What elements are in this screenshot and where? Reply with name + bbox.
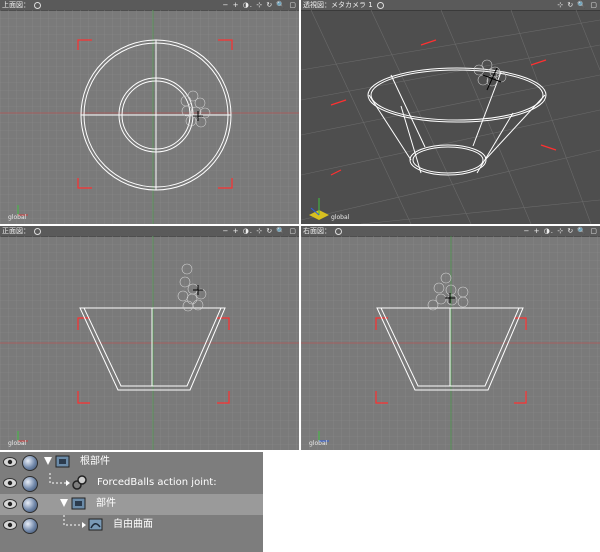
eye-icon[interactable] <box>3 499 17 509</box>
viewport-toolbar[interactable]: ⊹ ↻ 🔍 ▢ <box>557 0 598 10</box>
bowl-perspective-outline <box>367 67 547 176</box>
part-icon <box>71 497 86 510</box>
free-surface-icon <box>88 518 103 531</box>
tree-connector-icon <box>63 515 86 528</box>
node-label: 根部件 <box>80 456 110 467</box>
axis-label: global <box>331 214 350 221</box>
viewport-toolbar[interactable]: − + ◑. ⊹ ↻ 🔍 ▢ <box>223 0 297 10</box>
right-view-canvas[interactable] <box>301 236 600 450</box>
joint-icon <box>72 475 87 490</box>
front-view-canvas[interactable] <box>0 236 299 450</box>
folder-part-icon <box>55 455 70 468</box>
viewport-front[interactable]: 正面図： − + ◑. ⊹ ↻ 🔍 ▢ global <box>0 226 299 450</box>
outliner-row-root-part[interactable]: 根部件 <box>0 452 263 473</box>
scene-outliner[interactable]: 根部件 ForcedBalls action joint: 部件 自由曲面 <box>0 452 263 552</box>
axis-label: global <box>8 214 27 221</box>
expand-arrow-icon[interactable] <box>44 457 52 465</box>
node-label: ForcedBalls action joint: <box>97 477 217 488</box>
perspective-view-canvas[interactable] <box>301 10 600 224</box>
eye-icon[interactable] <box>3 520 17 530</box>
viewport-perspective[interactable]: 透視図：メタカメラ 1 ⊹ ↻ 🔍 ▢ global <box>301 0 600 224</box>
tree-connector-icon <box>49 473 70 486</box>
node-label: 自由曲面 <box>113 519 153 530</box>
viewport-toolbar[interactable]: − + ◑. ⊹ ↻ 🔍 ▢ <box>524 226 598 236</box>
viewport-title: 右面図： <box>303 226 342 236</box>
expand-arrow-icon[interactable] <box>60 499 68 507</box>
viewport-options-icon[interactable] <box>34 1 41 9</box>
viewport-toolbar[interactable]: − + ◑. ⊹ ↻ 🔍 ▢ <box>223 226 297 236</box>
render-toggle-icon[interactable] <box>22 455 38 471</box>
viewport-title: 透視図：メタカメラ 1 <box>303 0 384 10</box>
render-toggle-icon[interactable] <box>22 518 38 534</box>
viewport-title: 上面図： <box>2 0 41 10</box>
viewport-top[interactable]: 上面図： − + ◑. ⊹ ↻ 🔍 ▢ global <box>0 0 299 224</box>
node-label: 部件 <box>96 498 116 509</box>
axis-gizmo-icon <box>309 198 329 220</box>
viewport-right[interactable]: 右面図： − + ◑. ⊹ ↻ 🔍 ▢ global <box>301 226 600 450</box>
outliner-row-free-surface[interactable]: 自由曲面 <box>0 515 263 536</box>
eye-icon[interactable] <box>3 457 17 467</box>
axis-label: global <box>8 440 27 447</box>
viewport-options-icon[interactable] <box>34 227 41 235</box>
eye-icon[interactable] <box>3 478 17 488</box>
viewport-title: 正面図： <box>2 226 41 236</box>
camera-frame <box>330 39 557 176</box>
viewport-options-icon[interactable] <box>335 227 342 235</box>
outliner-row-joint[interactable]: ForcedBalls action joint: <box>0 473 263 494</box>
outliner-row-part[interactable]: 部件 <box>0 494 263 515</box>
axis-label: global <box>309 440 328 447</box>
viewport-options-icon[interactable] <box>376 1 384 9</box>
render-toggle-icon[interactable] <box>22 497 38 513</box>
top-view-canvas[interactable] <box>0 10 299 224</box>
render-toggle-icon[interactable] <box>22 476 38 492</box>
